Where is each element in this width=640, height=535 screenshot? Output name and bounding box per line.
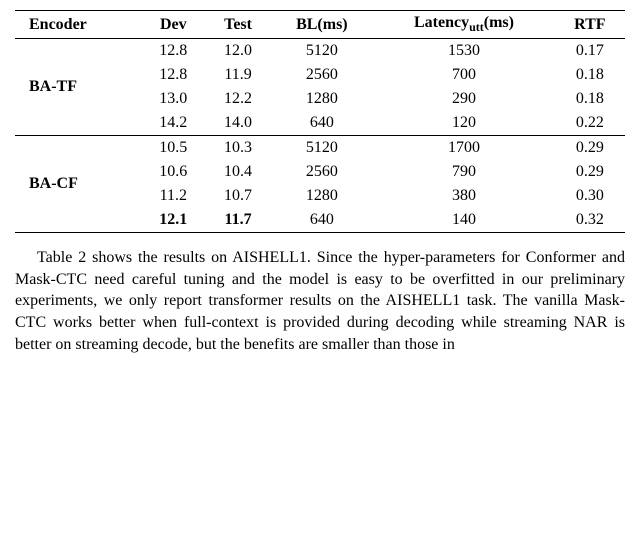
- col-test: Test: [206, 11, 271, 39]
- table-row: BA-TF12.812.0512015300.17: [15, 39, 625, 64]
- col-encoder: Encoder: [15, 11, 141, 39]
- table-body: BA-TF12.812.0512015300.1712.811.92560700…: [15, 39, 625, 233]
- cell-test: 10.4: [206, 160, 271, 184]
- cell-rtf: 0.32: [555, 208, 625, 233]
- cell-lat: 120: [373, 111, 554, 136]
- cell-dev: 12.8: [141, 39, 206, 64]
- cell-test: 11.9: [206, 63, 271, 87]
- col-bl: BL(ms): [270, 11, 373, 39]
- cell-lat: 1530: [373, 39, 554, 64]
- cell-dev: 12.1: [141, 208, 206, 233]
- cell-rtf: 0.29: [555, 160, 625, 184]
- cell-test: 14.0: [206, 111, 271, 136]
- cell-lat: 1700: [373, 136, 554, 161]
- cell-dev: 10.5: [141, 136, 206, 161]
- col-latency: Latencyutt(ms): [373, 11, 554, 39]
- cell-rtf: 0.18: [555, 63, 625, 87]
- encoder-label: BA-TF: [15, 39, 141, 136]
- cell-lat: 380: [373, 184, 554, 208]
- cell-lat: 140: [373, 208, 554, 233]
- encoder-label: BA-CF: [15, 136, 141, 233]
- cell-bl: 2560: [270, 63, 373, 87]
- cell-dev: 14.2: [141, 111, 206, 136]
- cell-test: 11.7: [206, 208, 271, 233]
- cell-dev: 13.0: [141, 87, 206, 111]
- cell-lat: 790: [373, 160, 554, 184]
- cell-test: 12.0: [206, 39, 271, 64]
- cell-rtf: 0.22: [555, 111, 625, 136]
- cell-test: 10.3: [206, 136, 271, 161]
- header-row: Encoder Dev Test BL(ms) Latencyutt(ms) R…: [15, 11, 625, 39]
- cell-dev: 11.2: [141, 184, 206, 208]
- cell-dev: 10.6: [141, 160, 206, 184]
- cell-rtf: 0.18: [555, 87, 625, 111]
- cell-rtf: 0.30: [555, 184, 625, 208]
- table-caption: Table 2 shows the results on AISHELL1. S…: [15, 247, 625, 355]
- cell-dev: 12.8: [141, 63, 206, 87]
- cell-lat: 700: [373, 63, 554, 87]
- cell-lat: 290: [373, 87, 554, 111]
- cell-bl: 640: [270, 111, 373, 136]
- cell-bl: 1280: [270, 184, 373, 208]
- cell-bl: 2560: [270, 160, 373, 184]
- col-rtf: RTF: [555, 11, 625, 39]
- results-table: Encoder Dev Test BL(ms) Latencyutt(ms) R…: [15, 10, 625, 233]
- table-row: BA-CF10.510.3512017000.29: [15, 136, 625, 161]
- cell-bl: 640: [270, 208, 373, 233]
- cell-test: 10.7: [206, 184, 271, 208]
- col-dev: Dev: [141, 11, 206, 39]
- cell-bl: 5120: [270, 39, 373, 64]
- cell-bl: 1280: [270, 87, 373, 111]
- cell-bl: 5120: [270, 136, 373, 161]
- cell-rtf: 0.17: [555, 39, 625, 64]
- cell-rtf: 0.29: [555, 136, 625, 161]
- cell-test: 12.2: [206, 87, 271, 111]
